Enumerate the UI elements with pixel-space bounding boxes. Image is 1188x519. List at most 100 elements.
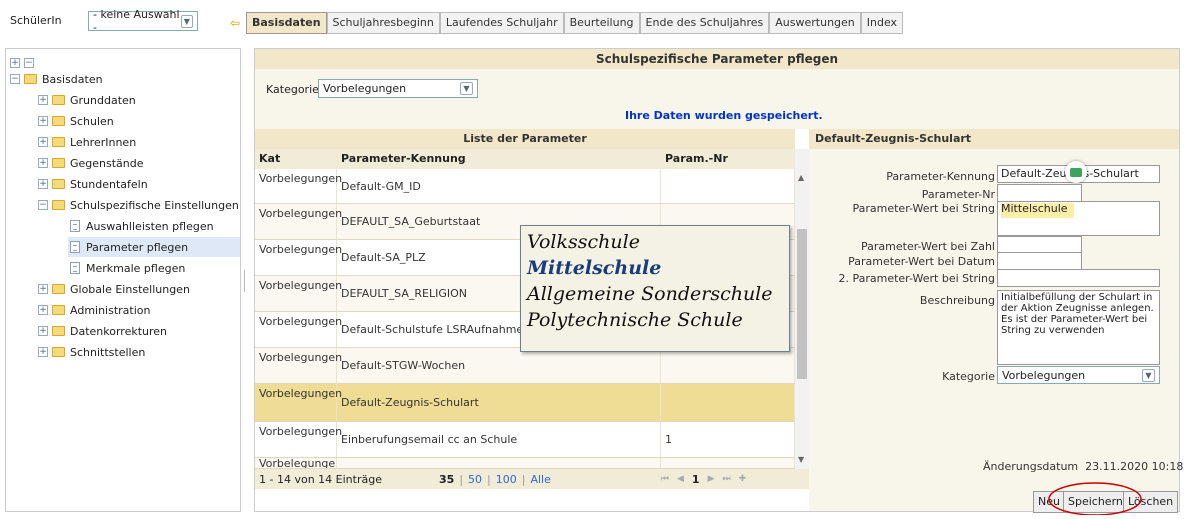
- main-panel: Schulspezifische Parameter pflegen Kateg…: [254, 48, 1184, 515]
- tree-item-schnittstellen[interactable]: + Schnittstellen: [38, 342, 145, 362]
- tree-item-stundentafeln[interactable]: + Stundentafeln: [38, 174, 148, 194]
- tab-laufendes-schuljahr[interactable]: Laufendes Schuljahr: [439, 12, 564, 34]
- cell-kat: Vorbelegungen: [255, 384, 342, 421]
- tab-basisdaten[interactable]: Basisdaten: [246, 12, 327, 34]
- table-row-selected[interactable]: Vorbelegungen Default-Zeugnis-Schulart: [255, 384, 795, 422]
- scroll-top-icon[interactable]: ✚: [739, 474, 747, 484]
- page-icon: [70, 220, 80, 232]
- change-date: Änderungsdatum 23.11.2020 10:18: [983, 460, 1184, 473]
- label-string: Parameter-Wert bei String: [852, 202, 995, 215]
- tree-item-parameter-pflegen[interactable]: Parameter pflegen: [68, 237, 240, 257]
- tree-item-label: Parameter pflegen: [86, 240, 189, 254]
- cell-kat: Vorbelegungen: [255, 204, 342, 239]
- cell-kat: Vorbelegungen: [255, 240, 342, 275]
- option-volksschule: Volksschule: [527, 231, 640, 253]
- expand-icon[interactable]: +: [38, 326, 48, 336]
- table-row[interactable]: Vorbelegungen Default-STGW-Wochen: [255, 348, 795, 384]
- page-size-100[interactable]: 100: [496, 473, 517, 486]
- expand-icon[interactable]: +: [38, 284, 48, 294]
- tree-item-basisdaten[interactable]: − Basisdaten: [10, 69, 103, 89]
- tree-item-administration[interactable]: + Administration: [38, 300, 151, 320]
- kategorie-select-value: Vorbelegungen: [1002, 368, 1086, 382]
- column-header-nr[interactable]: Param.-Nr: [661, 149, 795, 169]
- chevron-down-icon: ▼: [460, 82, 473, 95]
- expand-icon[interactable]: +: [38, 305, 48, 315]
- tab-index[interactable]: Index: [860, 12, 904, 34]
- string2-input[interactable]: [997, 269, 1160, 287]
- cell-kennung: Einberufungsemail cc an Schule: [337, 422, 661, 457]
- kategorie-select[interactable]: Vorbelegungen ▼: [997, 366, 1160, 384]
- tree-item-auswahlleisten-pflegen[interactable]: Auswahlleisten pflegen: [70, 216, 214, 236]
- label-kennung: Parameter-Kennung: [886, 170, 995, 183]
- column-header-kennung[interactable]: Parameter-Kennung: [337, 149, 661, 169]
- folder-open-icon: [24, 74, 37, 84]
- prev-page-icon[interactable]: ◀: [677, 474, 684, 484]
- chevron-down-icon: ▼: [1142, 368, 1155, 382]
- label-zahl: Parameter-Wert bei Zahl: [861, 240, 995, 253]
- back-arrow-icon[interactable]: ⇦: [230, 16, 240, 30]
- tree-item-label: Schulen: [70, 114, 114, 128]
- cell-kat: Vorbelegungen: [255, 348, 342, 383]
- tree-item-merkmale-pflegen[interactable]: Merkmale pflegen: [70, 258, 185, 278]
- collapse-icon[interactable]: −: [10, 74, 20, 84]
- tree-item-grunddaten[interactable]: + Grunddaten: [38, 90, 136, 110]
- last-page-icon[interactable]: ⏭: [722, 474, 730, 484]
- tab-auswertungen[interactable]: Auswertungen: [769, 12, 861, 34]
- first-page-icon[interactable]: ⏮: [661, 474, 669, 484]
- nr-input[interactable]: [997, 184, 1082, 202]
- table-row[interactable]: Vorbelegunge: [255, 458, 795, 469]
- label-beschreibung: Beschreibung: [919, 294, 995, 307]
- tree-item-schulen[interactable]: + Schulen: [38, 111, 114, 131]
- category-select-value: Vorbelegungen: [323, 82, 407, 95]
- tree-item-datenkorrekturen[interactable]: + Datenkorrekturen: [38, 321, 167, 341]
- tree-item-label: Merkmale pflegen: [86, 261, 186, 275]
- folder-icon: [52, 179, 65, 189]
- top-toolbar: SchülerIn - keine Auswahl - ▼ ⇦ Basisdat…: [0, 0, 1188, 42]
- expand-icon[interactable]: +: [38, 116, 48, 126]
- table-row[interactable]: Vorbelegungen Einberufungsemail cc an Sc…: [255, 422, 795, 458]
- tree-item-label: LehrerInnen: [70, 135, 137, 149]
- main-tabs: Basisdaten Schuljahresbeginn Laufendes S…: [246, 12, 904, 34]
- option-allgemeine-sonderschule: Allgemeine Sonderschule: [527, 283, 773, 305]
- expand-icon[interactable]: +: [38, 347, 48, 357]
- category-select[interactable]: Vorbelegungen ▼: [318, 79, 478, 98]
- page-size-35[interactable]: 35: [439, 473, 454, 486]
- string-value: Mittelschule: [1001, 203, 1074, 218]
- folder-icon: [52, 326, 65, 336]
- tab-beurteilung[interactable]: Beurteilung: [563, 12, 640, 34]
- tree-item-globale-einstellungen[interactable]: + Globale Einstellungen: [38, 279, 190, 299]
- tree-item-label: Globale Einstellungen: [70, 282, 190, 296]
- page-size-all[interactable]: Alle: [530, 473, 550, 486]
- scroll-up-icon[interactable]: ▲: [798, 173, 804, 182]
- tree-item-lehrerinnen[interactable]: + LehrerInnen: [38, 132, 136, 152]
- expand-icon[interactable]: +: [38, 179, 48, 189]
- page-size-50[interactable]: 50: [468, 473, 482, 486]
- student-select[interactable]: - keine Auswahl - ▼: [88, 8, 198, 34]
- tab-schuljahresbeginn[interactable]: Schuljahresbeginn: [326, 12, 440, 34]
- column-header-kat[interactable]: Kat: [255, 149, 337, 169]
- next-page-icon[interactable]: ▶: [708, 474, 715, 484]
- expand-icon[interactable]: +: [38, 95, 48, 105]
- expand-icon[interactable]: +: [38, 158, 48, 168]
- tree-item-label: Gegenstände: [70, 156, 144, 170]
- splitter-handle[interactable]: [244, 270, 245, 292]
- assistant-badge-icon[interactable]: [1065, 161, 1087, 183]
- tab-ende-des-schuljahres[interactable]: Ende des Schuljahres: [639, 12, 770, 34]
- tree-item-gegenstaende[interactable]: + Gegenstände: [38, 153, 144, 173]
- expand-all-icon[interactable]: +: [10, 58, 20, 68]
- tree-item-schulspezifische-einstellungen[interactable]: − Schulspezifische Einstellungen: [38, 195, 239, 215]
- saved-message: Ihre Daten wurden gespeichert.: [625, 109, 823, 122]
- expand-icon[interactable]: +: [38, 137, 48, 147]
- scroll-down-icon[interactable]: ▼: [798, 455, 804, 464]
- folder-icon: [52, 305, 65, 315]
- beschreibung-textarea[interactable]: Initialbefüllung der Schulart in der Akt…: [997, 290, 1160, 365]
- string-textarea[interactable]: Mittelschule: [997, 201, 1160, 236]
- datum-input[interactable]: [997, 252, 1082, 270]
- collapse-all-icon[interactable]: −: [24, 58, 34, 68]
- table-row[interactable]: Vorbelegungen Default-GM_ID: [255, 169, 795, 204]
- tree-item-label: Administration: [70, 303, 151, 317]
- current-page[interactable]: 1: [692, 473, 700, 486]
- collapse-icon[interactable]: −: [38, 200, 48, 210]
- folder-icon: [52, 137, 65, 147]
- navigation-tree: + − − Basisdaten + Grunddaten + Schulen + Le…: [5, 48, 241, 512]
